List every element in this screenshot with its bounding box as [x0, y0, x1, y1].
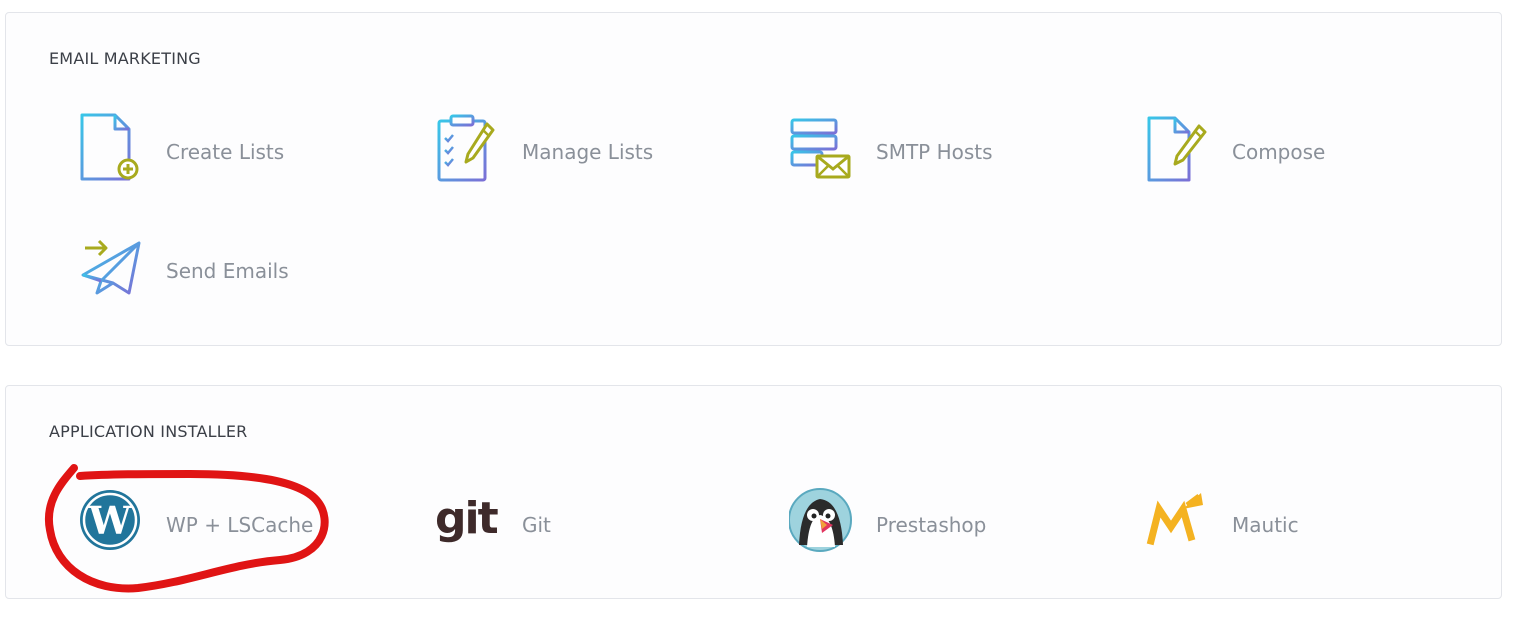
svg-text:W: W — [88, 498, 133, 543]
git-logo-icon: git — [435, 493, 501, 544]
mautic-tile[interactable]: Mautic — [1145, 485, 1465, 565]
prestashop-tile[interactable]: Prestashop — [789, 485, 1109, 565]
git-tile[interactable]: git Git — [435, 485, 755, 565]
wp-lscache-label: WP + LSCache — [166, 513, 314, 537]
svg-text:git: git — [435, 493, 499, 544]
compose-label: Compose — [1232, 140, 1326, 164]
compose-tile[interactable]: Compose — [1145, 112, 1465, 192]
document-pencil-icon — [1147, 116, 1207, 182]
clipboard-checklist-icon — [437, 114, 495, 182]
manage-lists-label: Manage Lists — [522, 140, 654, 164]
application-installer-panel: APPLICATION INSTALLER W WP + LSCache git… — [5, 385, 1502, 599]
prestashop-label: Prestashop — [876, 513, 987, 537]
git-label: Git — [522, 513, 551, 537]
mautic-icon — [1146, 493, 1203, 546]
server-mail-icon — [790, 118, 851, 179]
application-installer-title: APPLICATION INSTALLER — [49, 422, 248, 441]
create-lists-label: Create Lists — [166, 140, 285, 164]
smtp-hosts-label: SMTP Hosts — [876, 140, 993, 164]
mautic-label: Mautic — [1232, 513, 1299, 537]
smtp-hosts-tile[interactable]: SMTP Hosts — [789, 112, 1109, 192]
paper-plane-icon — [81, 239, 141, 295]
wp-lscache-tile[interactable]: W WP + LSCache — [79, 485, 399, 565]
email-marketing-title: EMAIL MARKETING — [49, 49, 201, 68]
prestashop-puffin-icon — [789, 488, 852, 552]
email-marketing-panel: EMAIL MARKETING Create Lists Manage List… — [5, 12, 1502, 346]
send-emails-tile[interactable]: Send Emails — [79, 231, 399, 311]
manage-lists-tile[interactable]: Manage Lists — [435, 112, 755, 192]
wordpress-icon: W — [80, 490, 140, 550]
create-lists-tile[interactable]: Create Lists — [79, 112, 399, 192]
send-emails-label: Send Emails — [166, 259, 289, 283]
create-list-icon — [80, 113, 139, 181]
